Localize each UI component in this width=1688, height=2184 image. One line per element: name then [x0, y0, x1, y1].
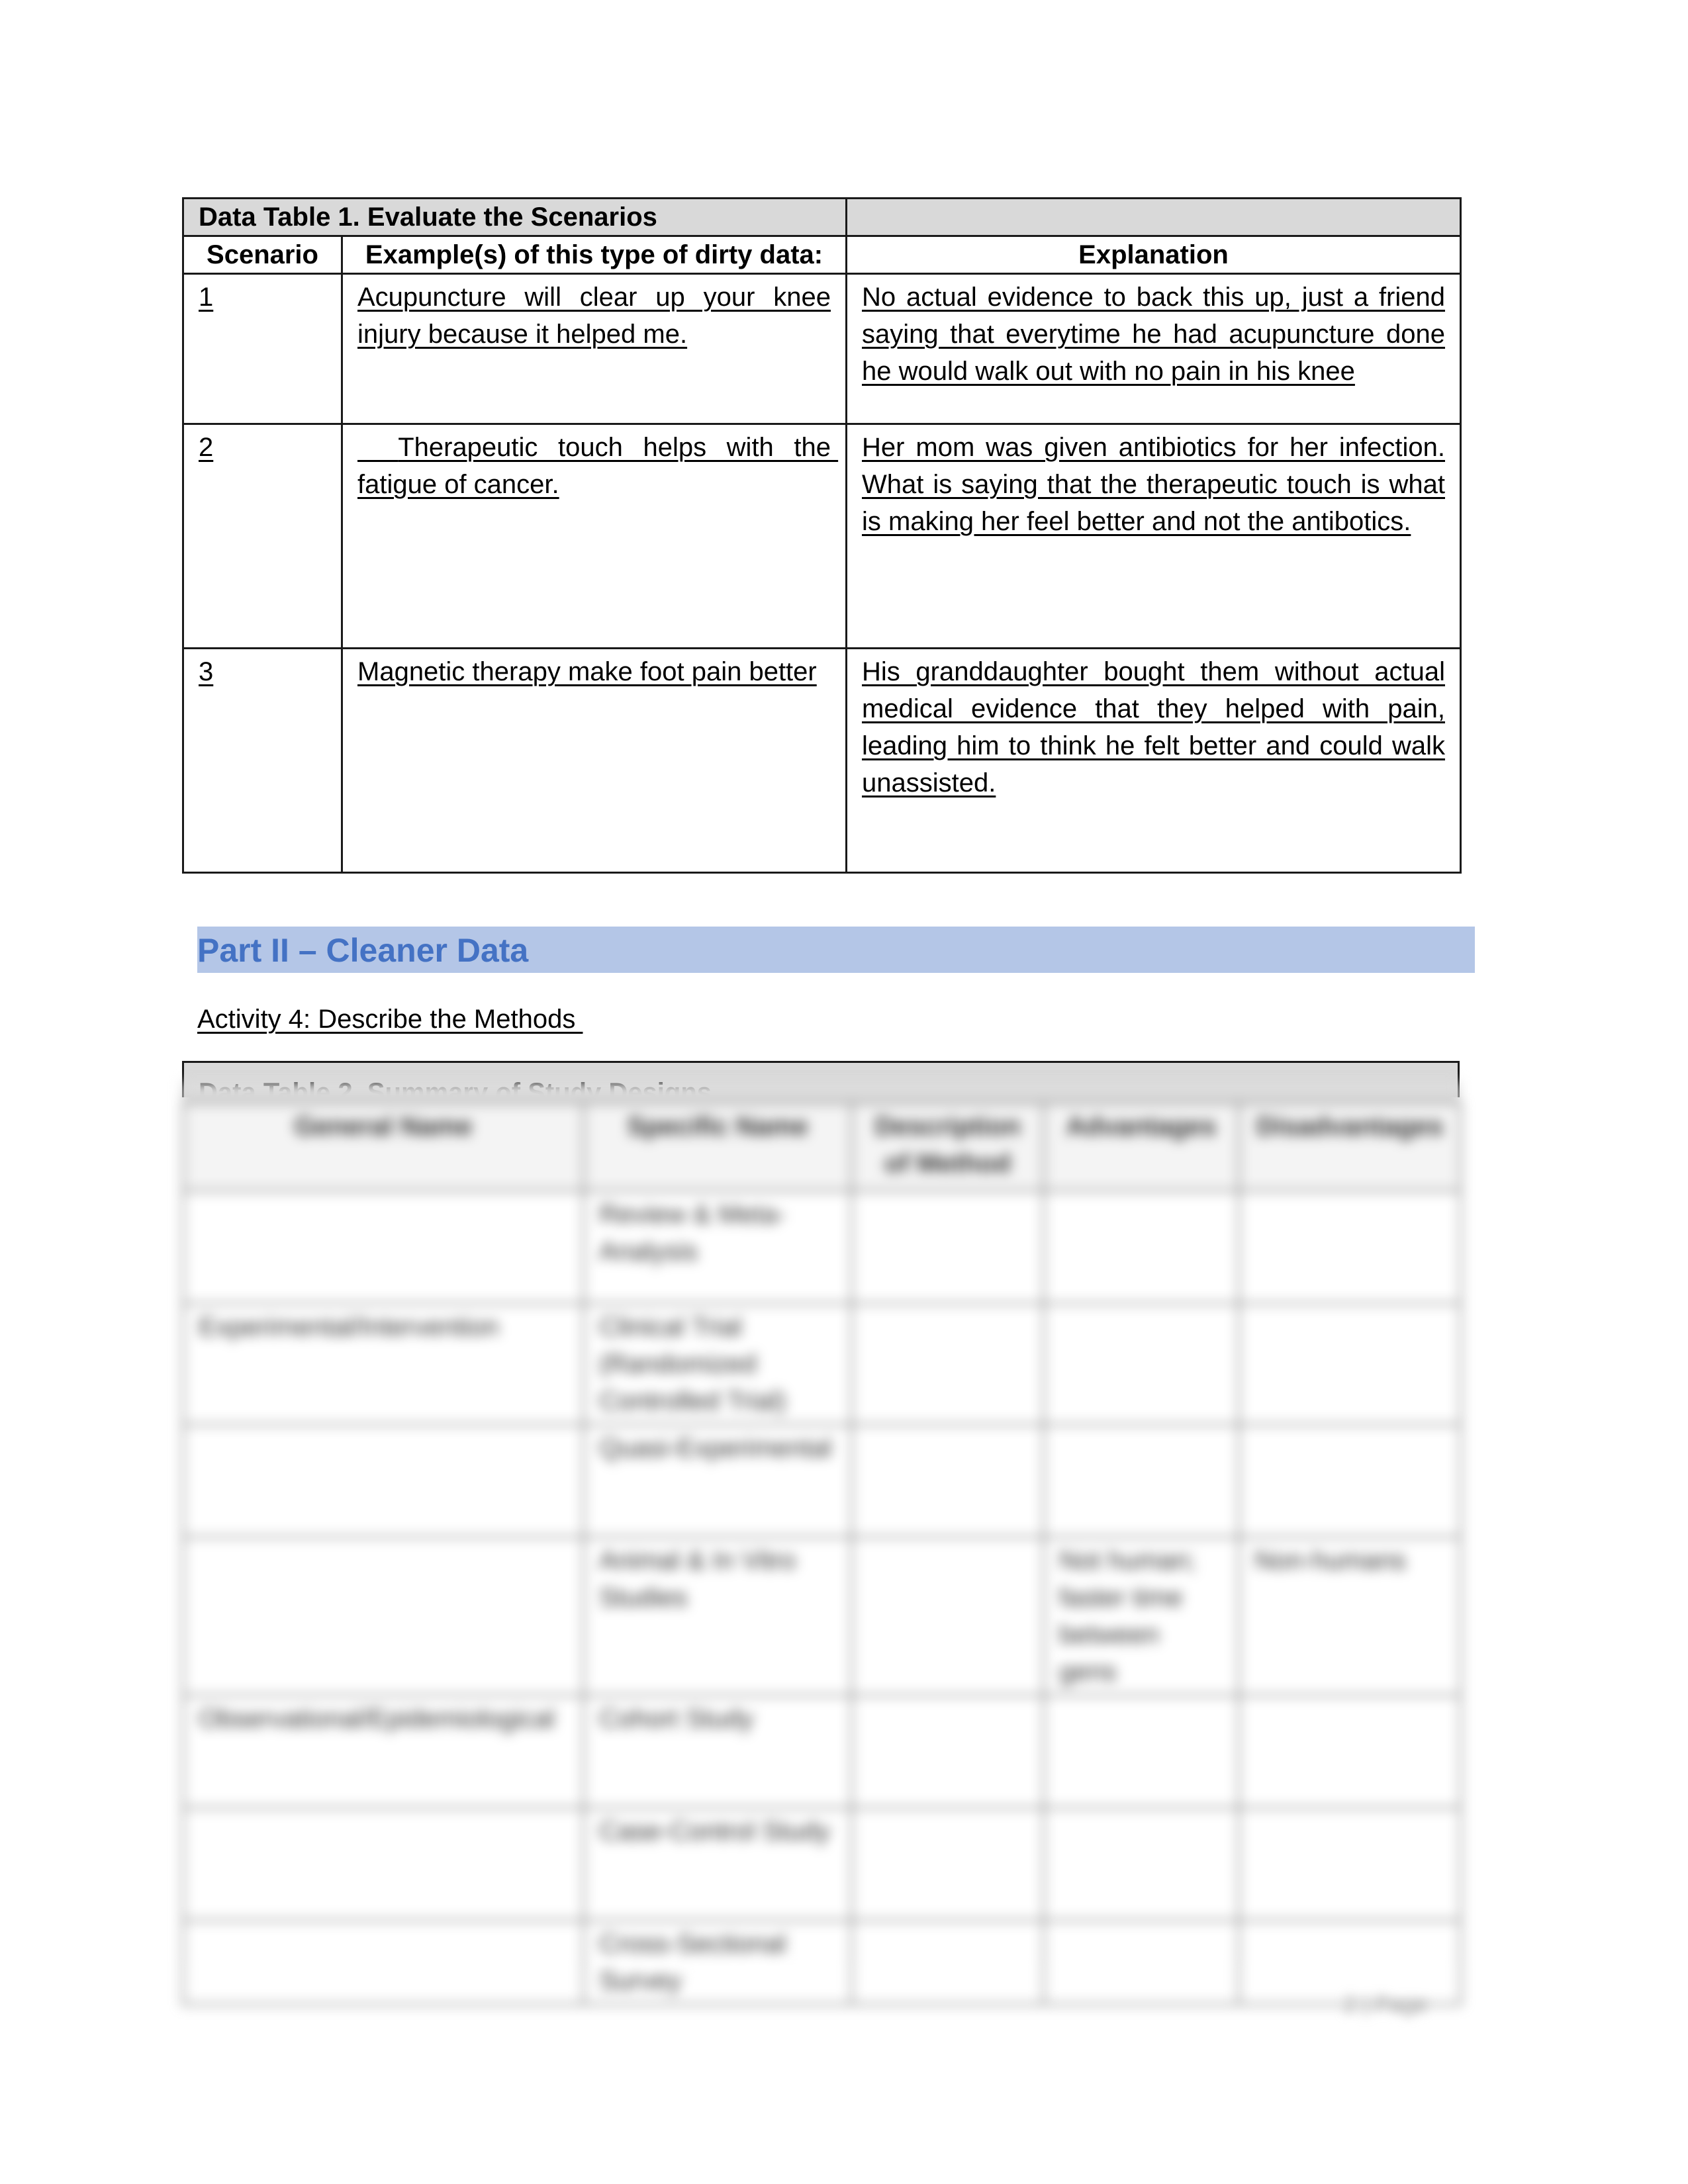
table-row: Experimental/Intervention Clinical Trial…: [182, 1302, 1462, 1426]
header-example: Example(s) of this type of dirty data:: [341, 235, 847, 275]
scenario-number: 1: [199, 283, 214, 312]
scenario-cell[interactable]: 1: [182, 273, 343, 425]
page-number: 2 | Page: [1344, 1992, 1428, 2017]
header-advantages: Advantages: [1043, 1102, 1240, 1192]
document-page: Data Table 1. Evaluate the Scenarios Sce…: [0, 0, 1688, 2184]
description-cell[interactable]: [851, 1190, 1045, 1304]
specific-cell[interactable]: Animal & In Vitro Studies: [583, 1536, 853, 1696]
advantages-cell[interactable]: [1043, 1694, 1240, 1809]
header-disadvantages: Disadvantages: [1238, 1102, 1462, 1192]
disadvantages-cell[interactable]: [1238, 1302, 1462, 1426]
general-cell[interactable]: [182, 1190, 585, 1304]
advantages-cell[interactable]: [1043, 1424, 1240, 1538]
description-cell[interactable]: [851, 1694, 1045, 1809]
explanation-cell[interactable]: Her mom was given antibiotics for her in…: [845, 423, 1462, 649]
specific-cell[interactable]: Quasi-Experimental: [583, 1424, 853, 1538]
scenario-number: 2: [199, 433, 214, 462]
example-cell[interactable]: Therapeutic touch helps with the fatigue…: [341, 423, 847, 649]
example-text: Acupuncture will clear up your knee inju…: [357, 283, 831, 349]
section-heading: Part II – Cleaner Data: [197, 932, 529, 969]
scenario-cell[interactable]: 2: [182, 423, 343, 649]
example-text: Therapeutic touch helps with the fatigue…: [357, 433, 839, 499]
description-cell[interactable]: [851, 1424, 1045, 1538]
disadvantages-cell[interactable]: [1238, 1424, 1462, 1538]
scenario-number: 3: [199, 657, 214, 686]
activity-title-text: Activity 4: Describe the Methods: [197, 1005, 583, 1034]
description-cell[interactable]: [851, 1919, 1045, 2005]
table-row: Case-Control Study: [182, 1807, 1462, 1921]
header-description: Description of Method: [851, 1102, 1045, 1192]
disadvantages-cell[interactable]: [1238, 1807, 1462, 1921]
table2-grid: General Name Specific Name Description o…: [182, 1102, 1462, 2005]
explanation-cell[interactable]: His granddaughter bought them without ac…: [845, 647, 1462, 874]
data-table-2: Data Table 2. Summary of Study Designs G…: [182, 1061, 1462, 2005]
advantages-cell[interactable]: [1043, 1190, 1240, 1304]
table-row: 2 Therapeutic touch helps with the fatig…: [182, 423, 1462, 649]
header-scenario: Scenario: [182, 235, 343, 275]
advantages-cell[interactable]: [1043, 1807, 1240, 1921]
data-table-1: Data Table 1. Evaluate the Scenarios Sce…: [182, 197, 1462, 874]
specific-cell[interactable]: Cross-Sectional Survey: [583, 1919, 853, 2005]
general-cell[interactable]: Experimental/Intervention: [182, 1302, 585, 1426]
table1-header-row: Scenario Example(s) of this type of dirt…: [182, 235, 1462, 275]
disadvantages-cell[interactable]: Non-humans: [1238, 1536, 1462, 1696]
disadvantages-cell[interactable]: [1238, 1694, 1462, 1809]
disadvantages-cell[interactable]: [1238, 1190, 1462, 1304]
general-cell[interactable]: [182, 1536, 585, 1696]
header-explanation: Explanation: [845, 235, 1462, 275]
advantages-cell[interactable]: [1043, 1302, 1240, 1426]
table-row: Animal & In Vitro Studies Not human; fas…: [182, 1536, 1462, 1696]
header-general-name: General Name: [182, 1102, 585, 1192]
table-row: Review & Meta-Analysis: [182, 1190, 1462, 1304]
table-row: 3 Magnetic therapy make foot pain better…: [182, 647, 1462, 874]
scenario-cell[interactable]: 3: [182, 647, 343, 874]
specific-cell[interactable]: Cohort Study: [583, 1694, 853, 1809]
explanation-text: Her mom was given antibiotics for her in…: [862, 433, 1445, 536]
general-cell[interactable]: [182, 1807, 585, 1921]
table-row: Observational/Epidemiological Cohort Stu…: [182, 1694, 1462, 1809]
table1-title-empty-cell: [845, 197, 1462, 237]
explanation-text: No actual evidence to back this up, just…: [862, 283, 1445, 386]
general-cell[interactable]: Observational/Epidemiological: [182, 1694, 585, 1809]
table1-title: Data Table 1. Evaluate the Scenarios: [182, 197, 847, 237]
advantages-cell[interactable]: [1043, 1919, 1240, 2005]
explanation-cell[interactable]: No actual evidence to back this up, just…: [845, 273, 1462, 425]
table-row: Cross-Sectional Survey: [182, 1919, 1462, 2005]
advantages-cell[interactable]: Not human; faster time between gens: [1043, 1536, 1240, 1696]
specific-cell[interactable]: Clinical Trial (Randomized Controlled Tr…: [583, 1302, 853, 1426]
general-cell[interactable]: [182, 1919, 585, 2005]
description-cell[interactable]: [851, 1302, 1045, 1426]
blurred-title-fill: [182, 1082, 1460, 1102]
table2-header-row: General Name Specific Name Description o…: [182, 1102, 1462, 1192]
description-cell[interactable]: [851, 1807, 1045, 1921]
specific-cell[interactable]: Case-Control Study: [583, 1807, 853, 1921]
example-cell[interactable]: Acupuncture will clear up your knee inju…: [341, 273, 847, 425]
example-text: Magnetic therapy make foot pain better: [357, 657, 817, 686]
activity-title: Activity 4: Describe the Methods: [197, 1001, 583, 1038]
table-row: Quasi-Experimental: [182, 1424, 1462, 1538]
description-cell[interactable]: [851, 1536, 1045, 1696]
blurred-content: General Name Specific Name Description o…: [182, 1082, 1462, 2005]
explanation-text: His granddaughter bought them without ac…: [862, 657, 1445, 797]
general-cell[interactable]: [182, 1424, 585, 1538]
table-row: 1 Acupuncture will clear up your knee in…: [182, 273, 1462, 425]
header-specific-name: Specific Name: [583, 1102, 853, 1192]
example-cell[interactable]: Magnetic therapy make foot pain better: [341, 647, 847, 874]
specific-cell[interactable]: Review & Meta-Analysis: [583, 1190, 853, 1304]
table1-title-row: Data Table 1. Evaluate the Scenarios: [182, 197, 1462, 237]
